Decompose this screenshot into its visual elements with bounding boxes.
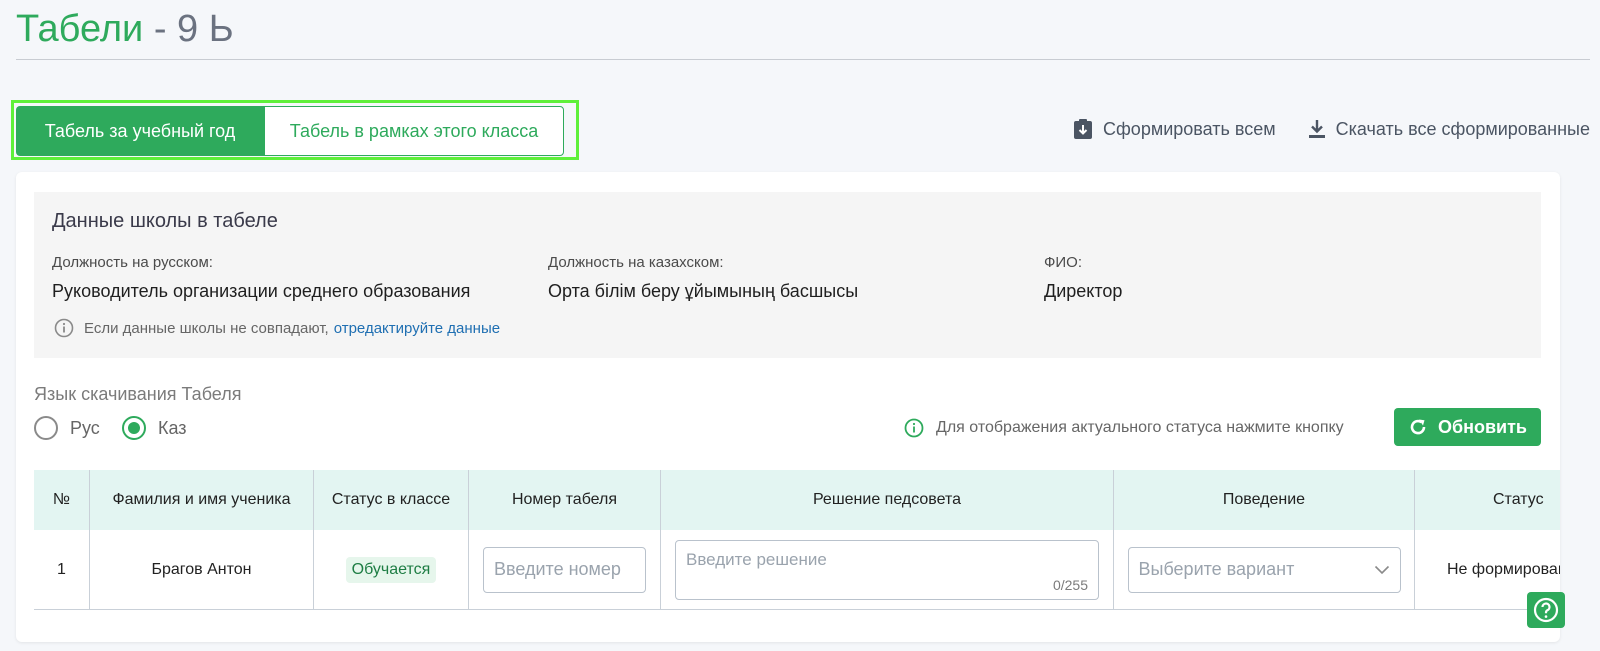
tabs: Табель за учебный год Табель в рамках эт… (16, 106, 564, 156)
fio-label: ФИО: (1044, 254, 1083, 271)
edit-school-data-link[interactable]: отредактируйте данные (334, 320, 500, 337)
title-divider (16, 59, 1590, 60)
table-row: 1 Брагов Антон Обучается Введите номер В… (34, 530, 1560, 610)
chevron-down-icon (1374, 565, 1389, 574)
help-button[interactable] (1527, 592, 1565, 628)
download-all-label: Скачать все сформированные (1335, 118, 1590, 139)
col-report-number: Номер табеля (468, 470, 660, 530)
decision-char-counter: 0/255 (1052, 576, 1088, 593)
info-icon (54, 318, 74, 338)
radio-circle (34, 416, 58, 440)
class-name: 9 Ь (177, 8, 234, 50)
fio-field: ФИО: Директор (1044, 254, 1122, 302)
download-icon (1308, 120, 1325, 138)
school-data-panel: Данные школы в табеле Должность на русск… (34, 192, 1541, 358)
tab-this-class[interactable]: Табель в рамках этого класса (264, 106, 564, 156)
col-behavior: Поведение (1113, 470, 1414, 530)
toolbar-actions: Сформировать всем Скачать все сформирова… (1073, 118, 1590, 140)
position-ru-label: Должность на русском: (52, 254, 213, 271)
position-kz-label: Должность на казахском: (548, 254, 724, 271)
lang-ru-label: Рус (70, 417, 100, 438)
council-decision-cell: Введите решение 0/255 (660, 530, 1113, 609)
student-name: Брагов Антон (89, 530, 313, 609)
lang-kz-label: Каз (158, 417, 187, 438)
status-badge: Обучается (345, 556, 437, 583)
class-status-cell: Обучается (313, 530, 468, 609)
status-note-text: Для отображения актуального статуса нажм… (936, 419, 1344, 436)
radio-circle-checked (122, 416, 146, 440)
page-title-text: Табели (16, 8, 144, 50)
report-number-input[interactable]: Введите номер (483, 546, 646, 593)
main-card: Данные школы в табеле Должность на русск… (16, 172, 1560, 642)
col-number: № (52, 491, 71, 508)
behavior-placeholder: Выберите вариант (1138, 559, 1295, 579)
clipboard-download-icon (1074, 119, 1092, 139)
position-kz-value: Орта білім беру ұйымының басшысы (548, 281, 859, 301)
position-kz-field: Должность на казахском: Орта білім беру … (548, 254, 858, 302)
decision-placeholder: Введите решение (686, 549, 827, 569)
col-class-status: Статус в классе (313, 470, 468, 530)
position-ru-field: Должность на русском: Руководитель орган… (52, 254, 470, 302)
download-all-button[interactable]: Скачать все сформированные (1308, 119, 1590, 140)
refresh-label: Обновить (1438, 416, 1527, 437)
info-icon (904, 418, 924, 438)
generate-all-label: Сформировать всем (1103, 118, 1276, 139)
col-student-name: Фамилия и имя ученика (89, 470, 313, 530)
fio-value: Директор (1044, 281, 1123, 301)
page-title: Табели - 9 Ь (16, 8, 234, 51)
school-data-note: Если данные школы не совпадают, отредакт… (54, 318, 500, 338)
download-language-title: Язык скачивания Табеля (34, 384, 242, 404)
school-data-title: Данные школы в табеле (52, 210, 278, 232)
position-ru-value: Руководитель организации среднего образо… (52, 281, 471, 301)
behavior-select[interactable]: Выберите вариант (1127, 546, 1401, 593)
behavior-cell: Выберите вариант (1113, 530, 1414, 609)
council-decision-textarea[interactable]: Введите решение 0/255 (675, 539, 1099, 600)
row-number: 1 (57, 560, 66, 578)
table-header-row: № Фамилия и имя ученика Статус в классе … (34, 470, 1560, 530)
lang-radio-ru[interactable]: Рус (34, 416, 100, 440)
school-note-text: Если данные школы не совпадают, (84, 319, 329, 337)
page-title-separator: - (153, 8, 167, 50)
refresh-button[interactable]: Обновить (1394, 408, 1541, 446)
refresh-icon (1410, 419, 1426, 435)
help-icon (1533, 597, 1559, 623)
tab-school-year[interactable]: Табель за учебный год (16, 106, 264, 156)
lang-radio-kz[interactable]: Каз (122, 416, 187, 440)
status-note: Для отображения актуального статуса нажм… (904, 418, 1344, 438)
col-council-decision: Решение педсовета (660, 470, 1113, 530)
report-number-cell: Введите номер (468, 530, 660, 609)
col-doc-status: Статус (1414, 470, 1560, 530)
generate-all-button[interactable]: Сформировать всем (1073, 118, 1276, 140)
